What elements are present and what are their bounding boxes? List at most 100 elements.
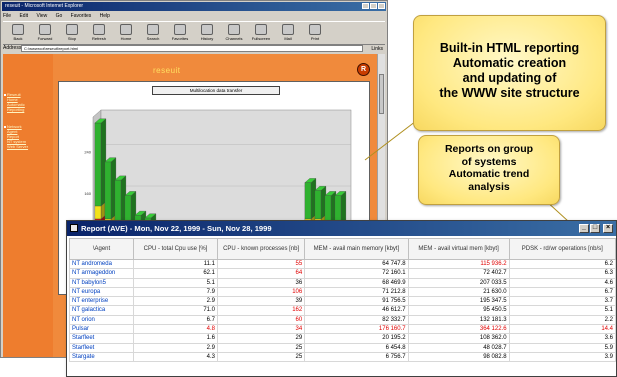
y-tick-label: 160 <box>84 191 91 196</box>
callout-line: Reports on group <box>444 143 534 155</box>
scrollbar-thumb[interactable] <box>379 74 384 114</box>
agent-cell[interactable]: NT babylon5 <box>69 277 134 288</box>
menu-file[interactable]: File <box>3 13 11 19</box>
sidebar-link-home[interactable]: Reseuit Home Automatic Reporting <box>7 92 51 112</box>
forward-button[interactable]: Forward <box>32 24 58 42</box>
agent-cell[interactable]: Stargate <box>69 351 134 363</box>
table-row[interactable]: NT europa 7.9 106 71 212.8 21 630.0 6.7 <box>69 286 617 298</box>
refresh-button[interactable]: Refresh <box>86 24 112 42</box>
callout-line: Automatic creation <box>452 56 567 70</box>
browser-menu-bar: File Edit View Go Favorites Help <box>3 12 385 20</box>
virtual-memory-cell: 364 122.6 <box>407 324 510 335</box>
sidebar-link-report[interactable]: Network Agent Report NT system Web Serve… <box>7 124 51 149</box>
back-button[interactable]: Back <box>5 24 31 42</box>
favorites-button[interactable]: Favorites <box>167 24 193 42</box>
address-field[interactable]: C:\wwwroot\reseuit\report.html <box>21 45 363 52</box>
agent-cell[interactable]: NT orion <box>69 314 134 326</box>
processes-cell: 60 <box>217 314 306 326</box>
disk-ops-cell: 3.9 <box>508 351 617 363</box>
print-button[interactable]: Print <box>302 24 328 42</box>
minimize-button[interactable]: _ <box>579 224 589 233</box>
virtual-memory-cell: 72 402.7 <box>407 268 510 279</box>
table-row[interactable]: NT babylon5 5.1 36 68 469.9 207 033.5 4.6 <box>69 277 617 288</box>
main-memory-cell: 20 195.2 <box>304 333 409 344</box>
browser-title-bar: reseuit - Microsoft Internet Explorer <box>2 2 386 11</box>
column-header-cpu[interactable]: CPU - total Cpu use [%] <box>132 238 219 260</box>
close-button[interactable]: × <box>603 224 613 233</box>
column-header-disk-ops[interactable]: PDSK - rd/wr operations [nb/s] <box>508 238 617 260</box>
mail-label: Mail <box>284 36 292 41</box>
browser-title: reseuit - Microsoft Internet Explorer <box>5 3 84 9</box>
agent-cell[interactable]: NT galactica <box>69 305 134 316</box>
bar-segment <box>94 122 102 207</box>
stop-icon <box>66 24 78 35</box>
disk-ops-cell: 3.6 <box>508 333 617 344</box>
refresh-label: Refresh <box>91 36 106 41</box>
maximize-button[interactable] <box>370 3 377 9</box>
fullscreen-icon <box>255 24 267 35</box>
virtual-memory-cell: 21 630.0 <box>407 286 510 298</box>
agent-cell[interactable]: NT andromeda <box>69 258 134 270</box>
menu-favorites[interactable]: Favorites <box>71 13 92 19</box>
menu-go[interactable]: Go <box>56 13 63 19</box>
cpu-cell: 71.0 <box>132 305 219 316</box>
cpu-cell: 62.1 <box>132 268 219 279</box>
column-header-virtual-memory[interactable]: MEM - avail virtual mem [kbyt] <box>407 238 510 260</box>
home-icon <box>120 24 132 35</box>
table-row[interactable]: NT andromeda 11.1 55 64 747.8 115 936.2 6.2 <box>69 258 617 270</box>
cpu-cell: 2.9 <box>132 342 219 353</box>
column-header-processes[interactable]: CPU - known processes [nb] <box>217 238 306 260</box>
table-row[interactable]: Starfleet 2.9 25 6 454.8 48 028.7 5.9 <box>69 342 617 353</box>
cpu-cell: 2.9 <box>132 296 219 307</box>
menu-view[interactable]: View <box>36 13 47 19</box>
table-header-row: \Agent CPU - total Cpu use [%] CPU - kno… <box>69 238 617 260</box>
disk-ops-cell: 5.9 <box>508 342 617 353</box>
sidebar-link-line: Web Server <box>7 144 29 149</box>
maximize-button[interactable]: □ <box>590 224 600 233</box>
callout-line: Automatic trend <box>448 168 530 180</box>
agent-cell[interactable]: Pulsar <box>69 324 134 335</box>
links-button[interactable]: Links <box>371 45 383 54</box>
home-button[interactable]: Home <box>113 24 139 42</box>
mail-button[interactable]: Mail <box>275 24 301 42</box>
history-button[interactable]: History <box>194 24 220 42</box>
processes-cell: 25 <box>217 342 306 353</box>
close-button[interactable] <box>378 3 385 9</box>
menu-edit[interactable]: Edit <box>19 13 28 19</box>
table-row[interactable]: NT orion 6.7 60 82 332.7 132 181.3 2.2 <box>69 314 617 326</box>
agent-cell[interactable]: NT armageddon <box>69 268 134 279</box>
virtual-memory-cell: 207 033.5 <box>407 277 510 288</box>
agent-cell[interactable]: Starfleet <box>69 342 134 353</box>
table-row[interactable]: Pulsar 4.8 34 176 160.7 364 122.6 14.4 <box>69 324 617 335</box>
minimize-button[interactable] <box>362 3 369 9</box>
bullet-icon <box>4 126 6 128</box>
agent-cell[interactable]: NT europa <box>69 286 134 298</box>
report-table: \Agent CPU - total Cpu use [%] CPU - kno… <box>69 238 617 363</box>
callout-line: Built-in HTML reporting <box>439 41 580 55</box>
address-bar: Address C:\wwwroot\reseuit\report.html L… <box>3 44 385 53</box>
agent-cell[interactable]: Starfleet <box>69 333 134 344</box>
disk-ops-cell: 4.6 <box>508 277 617 288</box>
search-button[interactable]: Search <box>140 24 166 42</box>
main-memory-cell: 6 454.8 <box>304 342 409 353</box>
bar-segment <box>94 205 102 220</box>
table-row[interactable]: Starfleet 1.6 29 20 195.2 108 362.0 3.6 <box>69 333 617 344</box>
stop-label: Stop <box>67 36 77 41</box>
column-header-main-memory[interactable]: MEM - avail main memory [kbyt] <box>304 238 409 260</box>
table-row[interactable]: Stargate 4.3 25 6 756.7 98 082.8 3.9 <box>69 351 617 363</box>
table-row[interactable]: NT galactica 71.0 162 46 612.7 95 450.5 5.1 <box>69 305 617 316</box>
cpu-cell: 4.8 <box>132 324 219 335</box>
table-row[interactable]: NT armageddon 62.1 64 72 160.1 72 402.7 6.3 <box>69 268 617 279</box>
page-title: reseuit <box>153 66 181 75</box>
main-memory-cell: 71 212.8 <box>304 286 409 298</box>
stop-button[interactable]: Stop <box>59 24 85 42</box>
processes-cell: 55 <box>217 258 306 270</box>
menu-help[interactable]: Help <box>100 13 110 19</box>
bar-segment <box>304 182 312 220</box>
agent-cell[interactable]: NT enterprise <box>69 296 134 307</box>
channels-button[interactable]: Channels <box>221 24 247 42</box>
fullscreen-button[interactable]: Fullscreen <box>248 24 274 42</box>
table-row[interactable]: NT enterprise 2.9 39 91 756.5 195 347.5 3.7 <box>69 296 617 307</box>
bullet-icon <box>4 94 6 96</box>
column-header-agent[interactable]: \Agent <box>69 238 134 260</box>
